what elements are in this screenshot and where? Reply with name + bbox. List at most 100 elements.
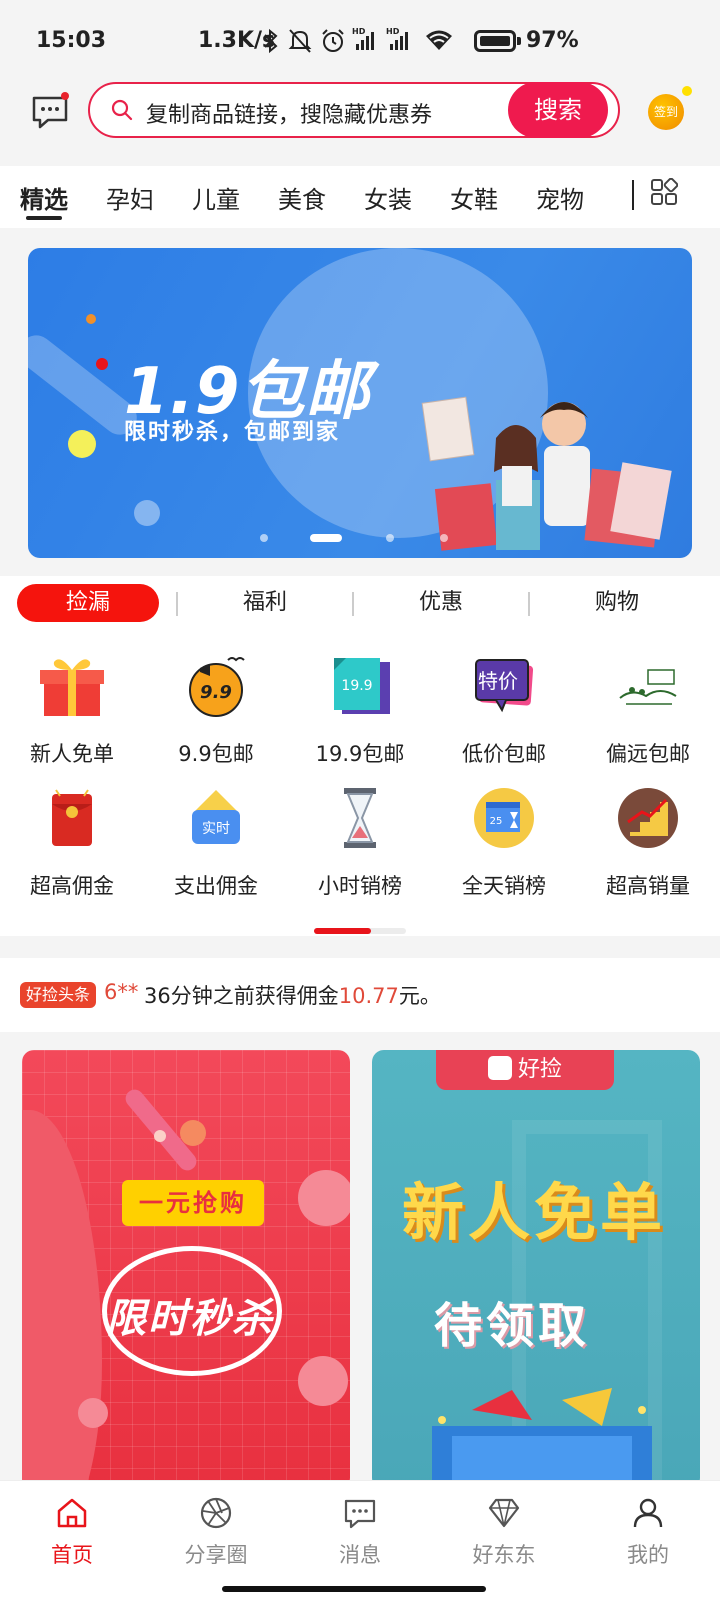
grid-item-hourly-ranking[interactable]: 小时销榜 — [288, 772, 432, 902]
remote-landscape-icon — [619, 669, 677, 705]
card-decor-dot — [154, 1130, 166, 1142]
category-divider — [632, 180, 634, 210]
banner-decor-dot — [86, 314, 96, 324]
new-user-free-card[interactable]: 好捡 新人免单 待领取 — [372, 1050, 700, 1490]
icon-grid-page-indicator — [314, 928, 406, 934]
category-grid-icon[interactable] — [650, 178, 678, 206]
section-tab[interactable]: 优惠 — [370, 584, 512, 622]
user-icon — [633, 1498, 663, 1528]
mute-bell-icon — [288, 29, 312, 53]
grid-item-label: 超高佣金 — [30, 874, 114, 898]
pending-claim-title: 待领取 — [434, 1298, 591, 1354]
message-notification-dot — [61, 92, 69, 100]
category-tab[interactable]: 女鞋 — [450, 180, 498, 215]
svg-text:9.9: 9.9 — [200, 682, 232, 703]
card-decor-dot — [78, 1398, 108, 1428]
category-tab[interactable]: 精选 — [20, 180, 68, 215]
grid-item-99-free-shipping[interactable]: 9.9 9.9包邮 — [144, 640, 288, 770]
search-icon — [111, 99, 133, 121]
nav-label: 首页 — [51, 1543, 93, 1567]
grid-item-daily-ranking[interactable]: 25 全天销榜 — [432, 772, 576, 902]
nav-item-home[interactable]: 首页 — [0, 1489, 144, 1579]
nav-item-profile[interactable]: 我的 — [576, 1489, 720, 1579]
signin-button[interactable]: 签到 — [648, 94, 684, 130]
grid-item-expense-commission[interactable]: 实时 支出佣金 — [144, 772, 288, 902]
ticker-user: 6** — [104, 980, 139, 1004]
card-decor-dot — [298, 1356, 348, 1406]
banner-pager-dot[interactable] — [260, 534, 268, 542]
active-tab-indicator — [26, 216, 62, 220]
banner-area: 1.9包邮 限时秒杀，包邮到家 — [0, 228, 720, 576]
message-icon — [344, 1499, 376, 1529]
section-tab[interactable]: 福利 — [194, 584, 336, 622]
tag-199-icon: 19.9 — [334, 658, 390, 714]
banner-pager-dot[interactable] — [440, 534, 448, 542]
grid-item-label: 新人免单 — [30, 742, 114, 766]
gift-box-icon — [40, 659, 104, 716]
flash-sale-card[interactable]: 一元抢购 限时秒杀 — [22, 1050, 350, 1490]
nav-label: 消息 — [339, 1543, 381, 1567]
banner-subtitle: 限时秒杀，包邮到家 — [124, 420, 341, 445]
section-divider — [352, 592, 354, 616]
promo-banner[interactable]: 1.9包邮 限时秒杀，包邮到家 — [28, 248, 692, 558]
search-input[interactable]: 复制商品链接，搜隐藏优惠券 — [146, 97, 432, 129]
grid-item-label: 低价包邮 — [462, 742, 546, 766]
banner-decor-dot — [134, 500, 160, 526]
banner-pager-dot[interactable] — [386, 534, 394, 542]
banner-pager-dot-active[interactable] — [310, 534, 342, 542]
status-time: 15:03 — [36, 28, 107, 53]
nav-item-goodies[interactable]: 好东东 — [432, 1489, 576, 1579]
megaphone-99-icon: 9.9 — [189, 657, 245, 717]
status-bar: 15:03 1.3K/s HD HD 97% — [0, 0, 720, 82]
battery-icon — [474, 30, 516, 52]
flash-sale-title: 限时秒杀 — [106, 1296, 274, 1342]
battery-cap — [517, 37, 521, 45]
card-decor-dot — [180, 1120, 206, 1146]
bluetooth-icon — [264, 28, 278, 54]
aperture-icon — [200, 1497, 232, 1529]
grid-item-high-sales[interactable]: 超高销量 — [576, 772, 720, 902]
nav-label: 我的 — [627, 1543, 669, 1567]
grid-item-high-commission[interactable]: 超高佣金 — [0, 772, 144, 902]
search-bar[interactable]: 复制商品链接，搜隐藏优惠券 搜索 — [88, 82, 620, 138]
grid-item-label: 小时销榜 — [318, 874, 402, 898]
svg-text:实时: 实时 — [202, 821, 230, 837]
category-tab[interactable]: 儿童 — [192, 180, 240, 215]
promo-cards: 一元抢购 限时秒杀 好捡 新人免单 待领取 — [0, 1032, 720, 1490]
ticker-message: 36分钟之前获得佣金10.77元。 — [144, 984, 441, 1008]
section-tabs: 捡漏 福利 优惠 购物 — [0, 576, 720, 630]
news-ticker[interactable]: 好捡头条 6** 36分钟之前获得佣金10.77元。 — [0, 958, 720, 1032]
shopping-couple-illustration — [421, 396, 672, 551]
grid-item-new-user-free[interactable]: 新人免单 — [0, 640, 144, 770]
realtime-icon: 实时 — [192, 790, 240, 844]
category-tabs: 精选 孕妇 儿童 美食 女装 女鞋 宠物 — [0, 166, 720, 228]
calendar-icon: 25 — [474, 788, 534, 848]
nav-item-share-circle[interactable]: 分享圈 — [144, 1489, 288, 1579]
grid-item-199-free-shipping[interactable]: 19.9 19.9包邮 — [288, 640, 432, 770]
app-root: 15:03 1.3K/s HD HD 97% 复制商品链接，搜隐藏优惠券 搜索 … — [0, 0, 720, 1600]
card-decor-dot — [298, 1170, 350, 1226]
nav-item-messages[interactable]: 消息 — [288, 1489, 432, 1579]
grid-item-label: 全天销榜 — [462, 874, 546, 898]
signal-hd-icon: HD — [386, 27, 408, 50]
special-price-icon: 特价 — [475, 659, 534, 713]
grid-item-low-price[interactable]: 特价 低价包邮 — [432, 640, 576, 770]
signal-hd-icon: HD — [352, 27, 374, 50]
category-tab[interactable]: 美食 — [278, 180, 326, 215]
bottom-navigation: 首页 分享圈 消息 好东东 我的 — [0, 1480, 720, 1600]
section-tab[interactable]: 购物 — [546, 584, 688, 622]
diamond-icon — [488, 1498, 520, 1528]
grid-item-remote-shipping[interactable]: 偏远包邮 — [576, 640, 720, 770]
home-indicator[interactable] — [222, 1586, 486, 1592]
signin-notification-dot — [682, 86, 692, 96]
category-tab[interactable]: 孕妇 — [106, 180, 154, 215]
wifi-icon — [426, 30, 452, 50]
search-button[interactable]: 搜索 — [508, 82, 608, 138]
section-tab[interactable]: 捡漏 — [17, 584, 159, 622]
feature-icon-grid: 新人免单 9.9 9.9包邮 19.9 19.9包邮 特价 低价包邮 偏远包邮 … — [0, 630, 720, 936]
grid-item-label: 9.9包邮 — [178, 742, 254, 766]
svg-text:19.9: 19.9 — [341, 678, 372, 694]
nav-label: 分享圈 — [184, 1543, 248, 1567]
category-tab[interactable]: 宠物 — [536, 180, 584, 215]
category-tab[interactable]: 女装 — [364, 180, 412, 215]
